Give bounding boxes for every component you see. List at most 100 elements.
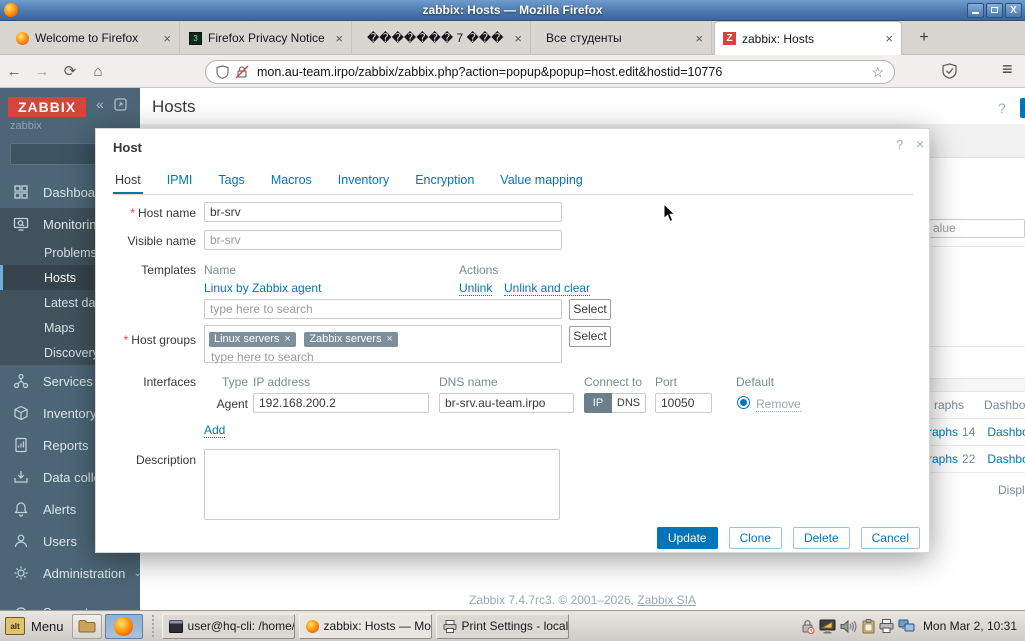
window-titlebar: zabbix: Hosts — Mozilla Firefox X [0, 0, 1025, 21]
host-dialog: Host ? × Host IPMI Tags Macros Inventory… [95, 128, 930, 553]
tab-close-icon[interactable]: × [335, 31, 343, 46]
dns-option[interactable]: DNS [612, 393, 646, 413]
dashboards-link[interactable]: Dashbo [987, 425, 1025, 439]
templates-search-input[interactable] [204, 299, 562, 319]
menu-logo-icon[interactable]: alt [5, 617, 25, 635]
tab-unknown-encoding[interactable]: ������� 7 ������� 2 × [353, 21, 531, 55]
graphs-link[interactable]: raphs [928, 452, 958, 466]
unlink-button[interactable]: Unlink [459, 281, 492, 296]
displaying-text-partial: Displ [998, 483, 1025, 497]
users-icon [13, 533, 29, 549]
tracking-shield-icon[interactable] [216, 65, 229, 79]
reload-button[interactable]: ⟳ [56, 62, 84, 80]
firefox-launcher[interactable] [105, 614, 143, 639]
tab-welcome[interactable]: Welcome to Firefox × [8, 21, 180, 55]
tab-ipmi[interactable]: IPMI [165, 171, 195, 194]
host-name-input[interactable] [204, 202, 562, 222]
insecure-lock-icon[interactable] [235, 65, 249, 79]
unlink-and-clear-button[interactable]: Unlink and clear [504, 281, 590, 296]
connect-to-toggle[interactable]: IP DNS [584, 393, 646, 413]
menu-button[interactable]: ≡ [1002, 59, 1013, 80]
create-host-button-partial[interactable] [1020, 98, 1025, 118]
tab-students[interactable]: Все студенты × [532, 21, 712, 55]
volume-icon[interactable] [840, 619, 858, 634]
help-icon[interactable]: ? [998, 100, 1006, 116]
dialog-help-icon[interactable]: ? [896, 137, 903, 152]
tab-close-icon[interactable]: × [695, 31, 703, 46]
host-groups-multiselect[interactable]: Linux servers× Zabbix servers× type here… [204, 325, 562, 363]
tab-macros[interactable]: Macros [269, 171, 314, 194]
interface-port-input[interactable] [655, 393, 712, 413]
zabbix-logo[interactable]: ZABBIX [8, 97, 86, 117]
data-collection-icon [13, 469, 29, 485]
tab-inventory[interactable]: Inventory [336, 171, 391, 194]
dialog-close-icon[interactable]: × [916, 136, 924, 152]
firefox-icon [16, 32, 29, 45]
dashboards-link[interactable]: Dashbo [987, 452, 1025, 466]
tab-zabbix-hosts[interactable]: Z zabbix: Hosts × [714, 21, 902, 55]
print-manager-icon[interactable] [879, 619, 894, 633]
default-radio[interactable] [737, 396, 750, 409]
clipboard-icon[interactable] [862, 619, 875, 634]
interface-dns-input[interactable] [439, 393, 574, 413]
dialog-tabs: Host IPMI Tags Macros Inventory Encrypti… [113, 171, 913, 195]
update-button[interactable]: Update [657, 527, 718, 549]
tab-close-icon[interactable]: × [885, 31, 893, 46]
zabbix-sia-link[interactable]: Zabbix SIA [637, 593, 696, 607]
url-bar[interactable]: mon.au-team.irpo/zabbix/zabbix.php?actio… [205, 60, 895, 84]
menu-button[interactable]: Menu [31, 619, 64, 634]
forward-button[interactable]: → [28, 63, 56, 80]
taskbar-clock: Mon Mar 2, 10:31 [923, 619, 1017, 633]
new-tab-button[interactable]: + [912, 27, 936, 49]
tab-tags[interactable]: Tags [216, 171, 246, 194]
host-groups-select-button[interactable]: Select [569, 326, 611, 347]
sidebar-item-support[interactable]: Support [0, 596, 140, 610]
delete-button[interactable]: Delete [793, 527, 850, 549]
network-monitors-icon[interactable] [898, 619, 915, 633]
tab-host[interactable]: Host [113, 171, 143, 194]
visible-name-input[interactable] [204, 230, 562, 250]
add-interface-button[interactable]: Add [204, 423, 225, 438]
firefox-icon [114, 617, 133, 636]
display-settings-icon[interactable] [819, 619, 836, 634]
tab-close-icon[interactable]: × [514, 31, 522, 46]
bookmark-star-icon[interactable]: ☆ [871, 64, 884, 81]
taskbar-item-terminal[interactable]: user@hq-cli: /home/us... [162, 614, 295, 639]
clone-button[interactable]: Clone [729, 527, 782, 549]
templates-select-button[interactable]: Select [569, 299, 611, 320]
chip-close-icon[interactable]: × [284, 333, 290, 345]
system-tray: Mon Mar 2, 10:31 [800, 619, 1025, 634]
description-textarea[interactable] [204, 449, 560, 520]
sidebar-collapse-icon[interactable]: « [96, 96, 104, 112]
template-link[interactable]: Linux by Zabbix agent [204, 281, 321, 295]
interface-type: Agent [148, 397, 248, 411]
desktop-taskbar: alt Menu user@hq-cli: /home/us... zabbix… [0, 610, 1025, 641]
shield-check-icon[interactable] [942, 63, 957, 84]
interfaces-label: Interfaces [96, 375, 196, 389]
sidebar-item-administration[interactable]: Administration ⌄ [0, 557, 140, 589]
browser-navbar: ← → ⟳ ⌂ mon.au-team.irpo/zabbix/zabbix.p… [0, 55, 1025, 88]
taskbar-item-print-settings[interactable]: Print Settings - localhost [436, 614, 569, 639]
tab-value-mapping[interactable]: Value mapping [498, 171, 584, 194]
sidebar-compact-icon[interactable] [114, 98, 127, 116]
host-groups-search-placeholder[interactable]: type here to search [209, 350, 557, 364]
tab-privacy-notice[interactable]: 3 Firefox Privacy Notice — Mozi × [181, 21, 352, 55]
back-button[interactable]: ← [0, 63, 28, 80]
file-manager-launcher[interactable] [72, 614, 102, 639]
home-button[interactable]: ⌂ [84, 63, 112, 80]
graphs-link[interactable]: raphs [928, 425, 958, 439]
lock-tray-icon[interactable] [800, 619, 815, 634]
interface-remove-button[interactable]: Remove [756, 397, 801, 412]
taskbar-separator [152, 615, 156, 637]
connect-to-header: Connect to [584, 375, 642, 389]
tab-close-icon[interactable]: × [163, 31, 171, 46]
screen: zabbix: Hosts — Mozilla Firefox X Welcom… [0, 0, 1025, 641]
tab-encryption[interactable]: Encryption [413, 171, 476, 194]
visible-name-label: Visible name [96, 234, 196, 248]
cancel-button[interactable]: Cancel [861, 527, 920, 549]
taskbar-item-firefox[interactable]: zabbix: Hosts — Mozill... [299, 614, 432, 639]
ip-option[interactable]: IP [584, 393, 612, 413]
interface-ip-input[interactable] [253, 393, 429, 413]
url-text[interactable]: mon.au-team.irpo/zabbix/zabbix.php?actio… [257, 65, 871, 79]
chip-close-icon[interactable]: × [386, 333, 392, 345]
